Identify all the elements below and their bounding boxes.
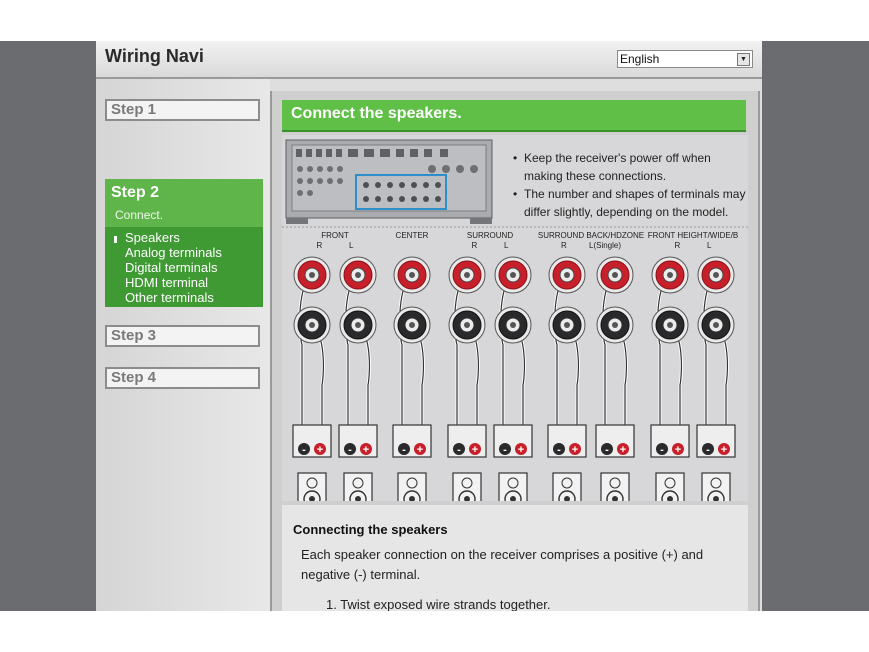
steps-sidebar: Step 1 Step 2 Connect. Speakers Analog t… — [96, 79, 270, 611]
chevron-down-icon[interactable]: ▼ — [737, 53, 750, 66]
terminal-hole-center — [667, 272, 673, 278]
terminal-hole-center — [355, 322, 361, 328]
speaker-terminal-box — [595, 424, 635, 458]
speaker-wire — [602, 274, 616, 425]
plus-sign: + — [620, 444, 626, 456]
terminal-hole-center — [612, 322, 618, 328]
speaker-column: - + — [338, 256, 378, 501]
group-title: FRONT HEIGHT/WIDE/B — [647, 231, 739, 240]
speaker-column: - + — [547, 256, 587, 501]
step-2-label: Step 2 — [111, 184, 160, 201]
speaker-column: - + — [392, 256, 432, 501]
speaker-wire — [657, 274, 671, 425]
terminal-hole-center — [564, 322, 570, 328]
terminal-hole-center — [564, 272, 570, 278]
main-content: Connect the speakers. - + - + - + - + - … — [270, 91, 760, 611]
terminal-hole-center — [309, 272, 315, 278]
group-channel-labels: R L — [674, 241, 712, 250]
plus-sign: + — [472, 444, 478, 456]
terminal-hole-center — [464, 272, 470, 278]
minus-sign: - — [457, 444, 461, 456]
speaker-terminal-box — [447, 424, 487, 458]
minus-sign: - — [706, 444, 710, 456]
terminal-hole-center — [355, 272, 361, 278]
speaker-wire — [454, 274, 468, 425]
terminal-hole-center — [409, 272, 415, 278]
terminal-hole-center — [713, 272, 719, 278]
speaker-wire — [399, 274, 413, 425]
current-item-marker — [114, 236, 117, 243]
speaker-wire — [554, 274, 568, 425]
minus-sign: - — [503, 444, 507, 456]
speaker-terminal-box — [650, 424, 690, 458]
step-4-button[interactable]: Step 4 — [105, 367, 260, 389]
wiring-navi-app: Wiring Navi English ▼ Step 1 Step 2 Conn… — [96, 41, 762, 611]
speaker-terminal-box — [493, 424, 533, 458]
terminal-hole-center — [713, 322, 719, 328]
minus-sign: - — [557, 444, 561, 456]
speaker-wire — [500, 274, 514, 425]
section-header: Connect the speakers. — [282, 100, 746, 132]
speaker-wiring-diagram: -+-+-+-+-+-+-+-+-+ Keep the receiver's p… — [282, 135, 748, 539]
step-2-panel[interactable]: Step 2 Connect. Speakers Analog terminal… — [105, 179, 263, 307]
instructions-paragraph: Each speaker connection on the receiver … — [301, 547, 704, 582]
instructions-title: Connecting the speakers — [293, 522, 448, 537]
plus-sign: + — [317, 444, 323, 456]
speaker-terminal-box — [696, 424, 736, 458]
speaker-column: - + — [447, 256, 487, 501]
minus-sign: - — [302, 444, 306, 456]
step-2-submenu: Speakers Analog terminals Digital termin… — [105, 227, 263, 307]
group-channel-labels: R L — [316, 241, 354, 250]
language-value: English — [620, 52, 660, 66]
terminal-hole-center — [309, 322, 315, 328]
notes-list: Keep the receiver's power off when makin… — [513, 149, 748, 221]
speaker-terminal-box — [547, 424, 587, 458]
speaker-wire — [703, 274, 717, 425]
note-item: The number and shapes of terminals may d… — [513, 185, 748, 221]
receiver-rear-panel-image — [285, 139, 493, 224]
step-1-button[interactable]: Step 1 — [105, 99, 260, 121]
speaker-terminal-box — [338, 424, 378, 458]
speaker-column: - + — [595, 256, 635, 501]
terminal-hole-center — [612, 272, 618, 278]
step-2-subtitle: Connect. — [115, 208, 164, 222]
instructions-step-1: 1. Twist exposed wire strands together. — [326, 597, 551, 611]
submenu-item-hdmi-terminal[interactable]: HDMI terminal — [125, 276, 208, 290]
plus-sign: + — [721, 444, 727, 456]
speaker-column: - + — [650, 256, 690, 501]
speaker-wire — [299, 274, 313, 425]
language-select[interactable]: English ▼ — [617, 50, 753, 68]
minus-sign: - — [402, 444, 406, 456]
plus-sign: + — [518, 444, 524, 456]
terminal-hole-center — [510, 272, 516, 278]
plus-sign: + — [572, 444, 578, 456]
submenu-item-analog-terminals[interactable]: Analog terminals — [125, 246, 222, 260]
terminal-hole-center — [464, 322, 470, 328]
plus-sign: + — [417, 444, 423, 456]
app-title: Wiring Navi — [105, 46, 204, 66]
section-header-title: Connect the speakers. — [291, 105, 462, 122]
minus-sign: - — [348, 444, 352, 456]
submenu-item-digital-terminals[interactable]: Digital terminals — [125, 261, 217, 275]
minus-sign: - — [660, 444, 664, 456]
instructions-panel: Connecting the speakers Each speaker con… — [282, 505, 748, 611]
submenu-item-other-terminals[interactable]: Other terminals — [125, 291, 214, 305]
terminal-hole-center — [667, 322, 673, 328]
title-bar: Wiring Navi English ▼ — [96, 41, 762, 79]
minus-sign: - — [605, 444, 609, 456]
speaker-wire — [345, 274, 359, 425]
step-3-button[interactable]: Step 3 — [105, 325, 260, 347]
speaker-columns: - + - + - + - + - + - + - + - + - + — [292, 256, 736, 501]
speaker-column: - + — [696, 256, 736, 501]
speaker-terminal-box — [292, 424, 332, 458]
plus-sign: + — [363, 444, 369, 456]
submenu-item-speakers[interactable]: Speakers — [125, 231, 180, 245]
plus-sign: + — [675, 444, 681, 456]
terminal-hole-center — [409, 322, 415, 328]
speaker-column: - + — [493, 256, 533, 501]
note-item: Keep the receiver's power off when makin… — [513, 149, 748, 185]
speaker-column: - + — [292, 256, 332, 501]
terminal-hole-center — [510, 322, 516, 328]
speaker-terminal-box — [392, 424, 432, 458]
